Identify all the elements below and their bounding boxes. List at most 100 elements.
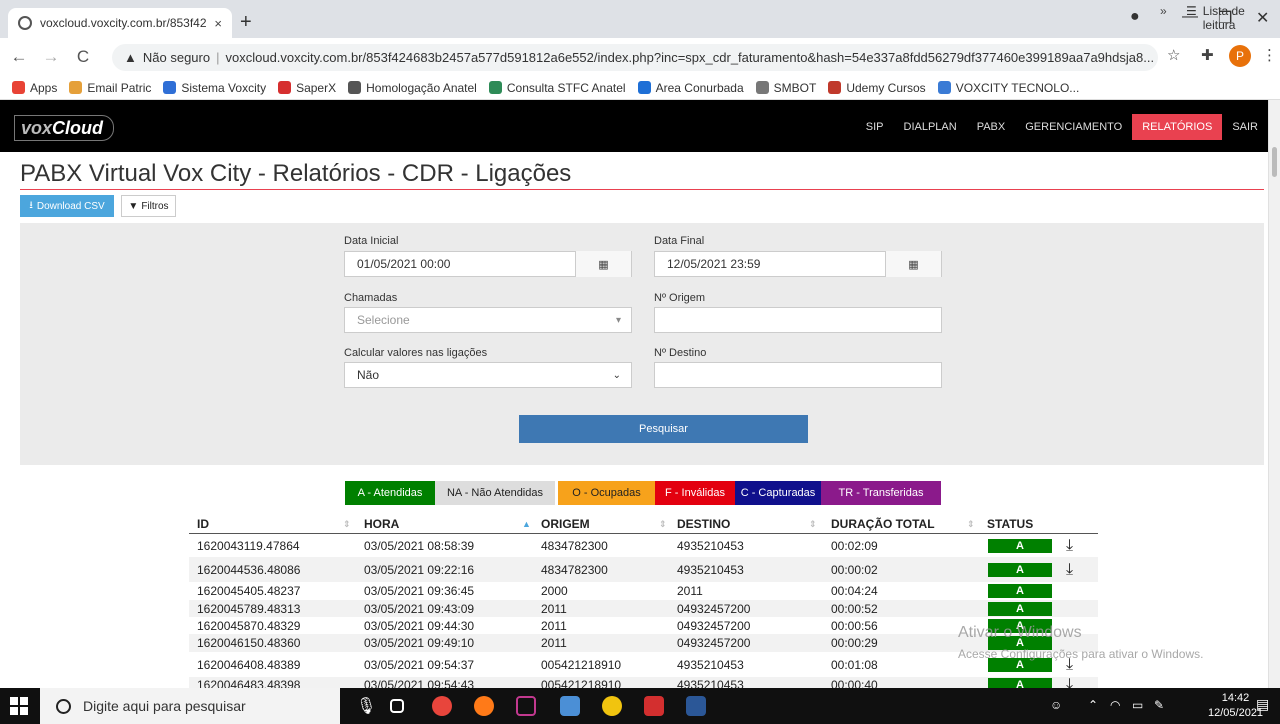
voxcloud-logo[interactable]: voxCloud [14,115,114,141]
col-hora[interactable]: HORA [364,517,399,531]
chrome-icon[interactable] [432,696,452,716]
battery-icon[interactable]: ▭ [1132,698,1143,712]
legend-item: O - Ocupadas [558,481,655,505]
browser-tab[interactable]: voxcloud.voxcity.com.br/853f424 × [8,8,232,38]
wifi-icon[interactable]: ◠ [1110,698,1120,712]
download-csv-button[interactable]: ⭳ Download CSV [20,195,114,217]
taskbar-clock[interactable]: 14:42 12/05/2021 [1208,691,1263,721]
chat-icon[interactable] [516,696,536,716]
menu-kebab-icon[interactable]: ⋮ [1262,46,1277,64]
tab-close-button[interactable]: × [214,16,222,31]
menu-item-sip[interactable]: SIP [856,114,894,140]
forward-icon[interactable]: → [38,47,64,67]
taskbar-search[interactable]: Digite aqui para pesquisar [40,688,340,724]
reading-list-button[interactable]: ☰ Lista de leitura [1186,4,1280,32]
filter-icon: ▼ [128,200,139,212]
new-tab-button[interactable]: + [240,12,252,32]
acrobat-icon[interactable] [644,696,664,716]
cell-hora: 03/05/2021 09:54:37 [364,657,475,672]
profile-avatar[interactable]: P [1229,45,1251,67]
table-row[interactable]: 1620043119.47864 03/05/2021 08:58:39 48347… [189,535,1098,557]
filter-panel: Data Inicial 01/05/2021 00:00 ▦ Data Fin… [20,223,1264,465]
tray-chevron-icon[interactable]: ⌃ [1088,698,1098,712]
col-origem[interactable]: ORIGEM [541,517,590,531]
table-row[interactable]: 1620045405.48237 03/05/2021 09:36:45 2000 2… [189,582,1098,600]
menu-item-gerenciamento[interactable]: GERENCIAMENTO [1015,114,1132,140]
back-icon[interactable]: ← [6,47,32,67]
data-final-field[interactable]: 12/05/2021 23:59 ▦ [654,251,942,277]
windows-start-icon[interactable] [10,697,28,715]
microphone-icon[interactable]: 🎙 [356,696,376,716]
cell-duracao: 00:04:24 [831,584,878,598]
settings-app-icon[interactable] [602,696,622,716]
calcular-label: Calcular valores nas ligações [344,347,488,359]
chamadas-select[interactable]: Selecione ▾ [344,307,632,333]
cell-destino: 4935210453 [677,657,744,672]
bookmark-item[interactable]: Homologação Anatel [348,81,477,95]
menu-item-pabx[interactable]: PABX [967,114,1016,140]
bookmarks-more-button[interactable]: » [1160,4,1167,18]
data-inicial-label: Data Inicial [344,235,399,247]
bookmark-item[interactable]: SMBOT [755,81,816,95]
task-view-icon[interactable] [390,699,404,713]
pen-icon[interactable]: ✎ [1154,698,1164,712]
bookmark-item[interactable]: Apps [12,81,57,95]
calendar-icon[interactable]: ▦ [885,251,941,277]
cell-destino: 04932457200 [677,636,751,650]
firefox-icon[interactable] [474,696,494,716]
menu-item-relatórios[interactable]: RELATÓRIOS [1132,114,1223,140]
origem-input[interactable] [654,307,942,333]
star-icon[interactable]: ☆ [1167,46,1180,64]
download-recording-icon[interactable]: ⤓ [1066,561,1073,579]
bookmark-item[interactable]: Area Conurbada [637,81,744,95]
bookmark-favicon-icon [828,81,842,94]
not-secure-label: Não seguro [142,50,211,65]
col-id[interactable]: ID [197,517,209,531]
file-explorer-icon[interactable] [560,696,580,716]
bookmark-item[interactable]: Udemy Cursos [828,81,926,95]
sort-icon[interactable]: ⇕ [809,519,817,530]
cell-origem: 2011 [541,618,567,633]
chevron-down-icon: ⌄ [612,369,621,381]
calendar-icon[interactable]: ▦ [575,251,631,277]
table-row[interactable]: 1620044536.48086 03/05/2021 09:22:16 48347… [189,557,1098,582]
notifications-icon[interactable]: ▤ [1256,696,1269,713]
bookmark-item[interactable]: VOXCITY TECNOLO... [937,81,1079,95]
bookmark-item[interactable]: Sistema Voxcity [163,81,266,95]
title-divider [20,189,1264,190]
scrollbar-thumb[interactable] [1272,147,1277,177]
sort-asc-icon[interactable]: ▲ [522,519,531,529]
col-status[interactable]: STATUS [987,517,1033,531]
page-title: PABX Virtual Vox City - Relatórios - CDR… [20,160,572,187]
destino-input[interactable] [654,362,942,388]
bookmark-item[interactable]: SaperX [278,81,336,95]
table-row[interactable]: 1620045789.48313 03/05/2021 09:43:09 2011 0… [189,600,1098,617]
data-inicial-field[interactable]: 01/05/2021 00:00 ▦ [344,251,632,277]
cell-id: 1620045789.48313 [197,601,301,616]
menu-item-sair[interactable]: SAIR [1222,114,1268,140]
legend-item: F - Inválidas [655,481,735,505]
page-scrollbar[interactable] [1268,100,1280,688]
cell-id: 1620045870.48329 [197,618,301,633]
calcular-select[interactable]: Não ⌄ [344,362,632,388]
sort-icon[interactable]: ⇕ [967,519,975,530]
extensions-icon[interactable]: ✚ [1201,46,1214,64]
app-navbar: voxCloud SIP DIALPLAN PABX GERENCIAMENTO REL… [0,100,1268,152]
bookmark-item[interactable]: Email Patric [69,81,151,95]
address-separator: | [216,50,220,65]
sort-icon[interactable]: ⇕ [343,519,351,530]
col-duracao[interactable]: DURAÇÃO TOTAL [831,517,935,531]
word-icon[interactable] [686,696,706,716]
bookmark-item[interactable]: Consulta STFC Anatel [488,81,626,95]
reload-icon[interactable]: C [70,47,96,67]
profile-dot-icon[interactable]: ● [1130,8,1140,26]
search-button[interactable]: Pesquisar [519,415,808,443]
col-destino[interactable]: DESTINO [677,517,730,531]
people-icon[interactable]: ☺ [1050,698,1062,712]
sort-icon[interactable]: ⇕ [659,519,667,530]
download-recording-icon[interactable]: ⤓ [1066,537,1073,555]
filters-button[interactable]: ▼ Filtros [121,195,176,217]
address-bar[interactable]: ▲ Não seguro | voxcloud.voxcity.com.br/8… [112,44,1158,71]
menu-item-dialplan[interactable]: DIALPLAN [894,114,967,140]
cell-duracao: 00:00:02 [831,562,878,577]
